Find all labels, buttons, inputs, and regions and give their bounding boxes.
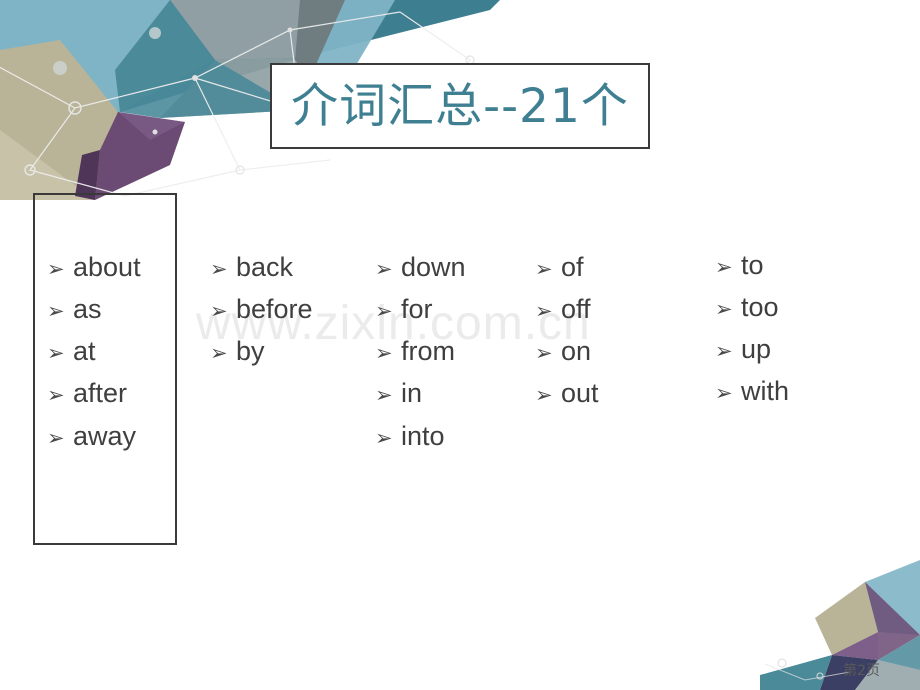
arrow-bullet-icon: ➢	[47, 257, 65, 281]
column-1: ➢ about ➢ as ➢ at ➢ after ➢ away	[47, 252, 141, 464]
word-label: before	[236, 294, 313, 325]
column-2: ➢ back ➢ before ➢ by	[210, 252, 313, 379]
word-label: on	[561, 336, 592, 367]
list-item: ➢ for	[375, 294, 466, 325]
list-item: ➢ with	[715, 377, 789, 406]
column-4: ➢ of ➢ off ➢ on ➢ out	[535, 252, 599, 422]
word-label: by	[236, 336, 265, 367]
list-item: ➢ of	[535, 252, 599, 282]
arrow-bullet-icon: ➢	[535, 299, 553, 324]
word-label: into	[401, 420, 445, 451]
word-label: back	[236, 252, 294, 282]
arrow-bullet-icon: ➢	[375, 299, 393, 324]
list-item: ➢ out	[535, 379, 599, 408]
word-list-3: ➢ down ➢ for ➢ from ➢ in ➢ into	[375, 252, 466, 451]
word-label: after	[73, 378, 128, 409]
word-list-5: ➢ to ➢ too ➢ up ➢ with	[715, 250, 789, 407]
arrow-bullet-icon: ➢	[535, 257, 553, 281]
arrow-bullet-icon: ➢	[375, 425, 393, 450]
word-label: down	[401, 252, 466, 282]
slide-canvas: 介词汇总--21个 www.zixin.com.cn ➢ about ➢ as …	[0, 0, 920, 690]
list-item: ➢ to	[715, 250, 789, 280]
arrow-bullet-icon: ➢	[375, 383, 393, 408]
arrow-bullet-icon: ➢	[715, 297, 733, 322]
arrow-bullet-icon: ➢	[535, 341, 553, 366]
list-item: ➢ back	[210, 252, 313, 282]
word-list-2: ➢ back ➢ before ➢ by	[210, 252, 313, 366]
arrow-bullet-icon: ➢	[47, 383, 65, 408]
word-label: at	[73, 336, 96, 367]
word-label: from	[401, 336, 455, 367]
word-label: to	[741, 250, 764, 280]
list-item: ➢ on	[535, 337, 599, 366]
list-item: ➢ off	[535, 294, 599, 325]
arrow-bullet-icon: ➢	[210, 299, 228, 324]
list-item: ➢ in	[375, 379, 466, 408]
list-item: ➢ down	[375, 252, 466, 282]
word-label: out	[561, 378, 599, 409]
arrow-bullet-icon: ➢	[47, 299, 65, 324]
arrow-bullet-icon: ➢	[715, 339, 733, 364]
list-item: ➢ away	[47, 420, 141, 451]
preposition-columns: ➢ about ➢ as ➢ at ➢ after ➢ away ➢ back …	[0, 0, 920, 690]
arrow-bullet-icon: ➢	[47, 341, 65, 366]
arrow-bullet-icon: ➢	[375, 341, 393, 366]
list-item: ➢ too	[715, 292, 789, 323]
column-3: ➢ down ➢ for ➢ from ➢ in ➢ into	[375, 252, 466, 464]
arrow-bullet-icon: ➢	[47, 425, 65, 450]
arrow-bullet-icon: ➢	[375, 257, 393, 281]
column-5: ➢ to ➢ too ➢ up ➢ with	[715, 250, 789, 420]
word-label: up	[741, 334, 772, 365]
list-item: ➢ by	[210, 337, 313, 366]
word-list-4: ➢ of ➢ off ➢ on ➢ out	[535, 252, 599, 409]
list-item: ➢ before	[210, 294, 313, 325]
word-label: as	[73, 294, 102, 325]
word-list-1: ➢ about ➢ as ➢ at ➢ after ➢ away	[47, 252, 141, 451]
word-label: for	[401, 294, 433, 325]
arrow-bullet-icon: ➢	[715, 381, 733, 406]
list-item: ➢ at	[47, 337, 141, 366]
list-item: ➢ into	[375, 420, 466, 451]
word-label: in	[401, 378, 423, 409]
arrow-bullet-icon: ➢	[210, 341, 228, 366]
word-label: too	[741, 292, 779, 323]
list-item: ➢ up	[715, 335, 789, 364]
word-label: about	[73, 252, 141, 282]
page-number: 第2页	[843, 663, 880, 679]
list-item: ➢ as	[47, 294, 141, 325]
list-item: ➢ from	[375, 337, 466, 366]
column-1-box: ➢ about ➢ as ➢ at ➢ after ➢ away	[33, 193, 177, 545]
arrow-bullet-icon: ➢	[715, 255, 733, 279]
word-label: off	[561, 294, 591, 325]
word-label: with	[741, 376, 790, 407]
list-item: ➢ after	[47, 379, 141, 408]
list-item: ➢ about	[47, 252, 141, 282]
word-label: of	[561, 252, 584, 282]
arrow-bullet-icon: ➢	[535, 383, 553, 408]
word-label: away	[73, 420, 137, 451]
arrow-bullet-icon: ➢	[210, 257, 228, 281]
